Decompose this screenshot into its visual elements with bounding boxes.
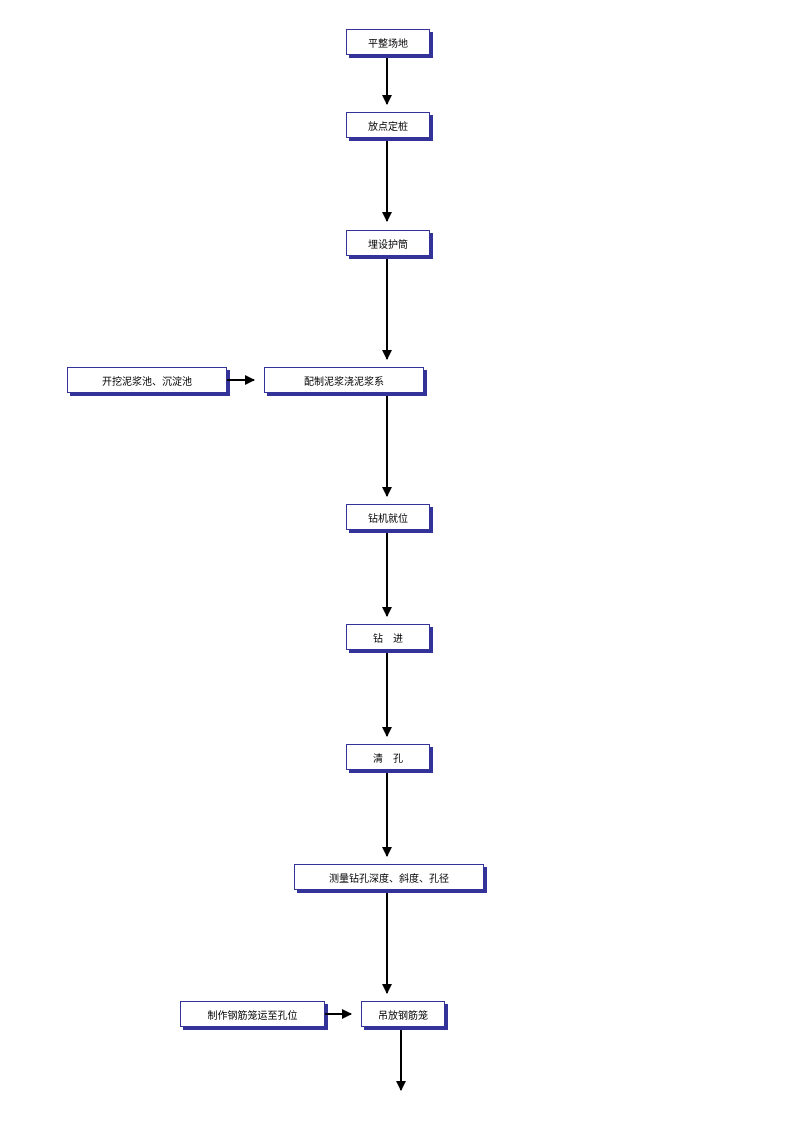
node-label: 放点定桩 xyxy=(368,118,408,133)
arrow-down-icon xyxy=(386,893,388,993)
node-clean-hole: 清 孔 xyxy=(346,744,430,770)
node-label: 清 孔 xyxy=(373,750,403,765)
arrow-down-icon xyxy=(386,58,388,104)
arrow-down-icon xyxy=(386,533,388,616)
node-label: 平整场地 xyxy=(368,35,408,50)
node-drill-position: 钻机就位 xyxy=(346,504,430,530)
node-label: 配制泥浆浇泥浆系 xyxy=(304,373,384,388)
node-mud-system: 配制泥浆浇泥浆系 xyxy=(264,367,424,393)
node-label: 制作钢筋笼运至孔位 xyxy=(208,1007,298,1022)
node-measure: 测量钻孔深度、斜度、孔径 xyxy=(294,864,484,890)
node-label: 埋设护筒 xyxy=(368,236,408,251)
arrow-down-icon xyxy=(386,773,388,856)
node-label: 钻机就位 xyxy=(368,510,408,525)
node-drilling: 钻 进 xyxy=(346,624,430,650)
arrow-down-icon xyxy=(386,141,388,221)
node-label: 钻 进 xyxy=(373,630,403,645)
arrow-down-icon xyxy=(400,1030,402,1090)
node-level-ground: 平整场地 xyxy=(346,29,430,55)
node-embed-casing: 埋设护筒 xyxy=(346,230,430,256)
node-make-cage: 制作钢筋笼运至孔位 xyxy=(180,1001,325,1027)
node-hoist-cage: 吊放钢筋笼 xyxy=(361,1001,445,1027)
arrow-right-icon xyxy=(325,1013,351,1015)
arrow-down-icon xyxy=(386,653,388,736)
node-set-points: 放点定桩 xyxy=(346,112,430,138)
arrow-down-icon xyxy=(386,396,388,496)
node-label: 开挖泥浆池、沉淀池 xyxy=(102,373,192,388)
node-mud-pool: 开挖泥浆池、沉淀池 xyxy=(67,367,227,393)
node-label: 吊放钢筋笼 xyxy=(378,1007,428,1022)
node-label: 测量钻孔深度、斜度、孔径 xyxy=(329,870,449,885)
arrow-down-icon xyxy=(386,259,388,359)
arrow-right-icon xyxy=(227,379,254,381)
